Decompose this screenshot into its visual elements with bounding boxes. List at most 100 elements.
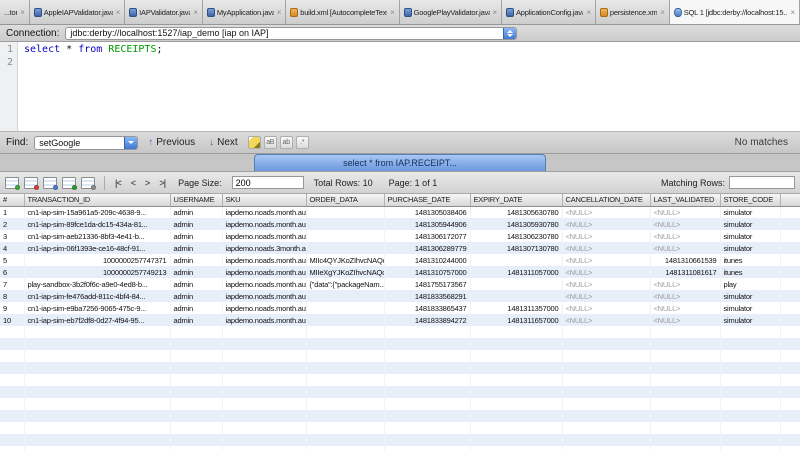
tab-close-icon[interactable]: × (660, 8, 664, 17)
cell[interactable] (306, 242, 384, 254)
cell[interactable]: 4 (0, 242, 24, 254)
result-tab[interactable]: select * from IAP.RECEIPT... (254, 154, 546, 171)
cell[interactable]: cn1-iap-sim-89fce1da-dc15-434a-81... (24, 218, 170, 230)
cell[interactable]: 1481306230780 (470, 230, 562, 242)
match-case-icon[interactable]: aB (264, 136, 277, 149)
tab-close-icon[interactable]: × (193, 8, 197, 17)
cell[interactable] (470, 278, 562, 290)
delete-records-icon[interactable] (24, 177, 38, 189)
cell[interactable]: <NULL> (562, 218, 650, 230)
cell[interactable]: 1481310661539 (650, 254, 720, 266)
cell[interactable]: simulator (720, 230, 780, 242)
cell[interactable]: admin (170, 218, 222, 230)
cell[interactable] (780, 290, 800, 302)
matching-rows-input[interactable] (729, 176, 795, 189)
cell[interactable]: <NULL> (562, 314, 650, 326)
editor-tab[interactable]: AppleIAPValidator.java× (30, 0, 125, 24)
cell[interactable]: itunes (720, 266, 780, 278)
cell[interactable]: 5 (0, 254, 24, 266)
cell[interactable]: 10 (0, 314, 24, 326)
cell[interactable]: admin (170, 266, 222, 278)
table-row[interactable]: 8cn1-iap-sim-fe476add-811c-4bf4-84...adm… (0, 290, 800, 302)
find-input[interactable]: setGoogle (34, 136, 138, 150)
cell[interactable]: 1000000257747371 (24, 254, 170, 266)
commit-icon[interactable] (62, 177, 76, 189)
tab-close-icon[interactable]: × (790, 8, 794, 17)
cell[interactable]: iapdemo.noads.month.auto (222, 266, 306, 278)
cell[interactable]: play (720, 278, 780, 290)
cell[interactable]: 1481307130780 (470, 242, 562, 254)
cell[interactable]: <NULL> (562, 254, 650, 266)
cell[interactable]: itunes (720, 254, 780, 266)
cell[interactable]: 1481305930780 (470, 218, 562, 230)
cell[interactable]: 1481833894272 (384, 314, 470, 326)
tab-close-icon[interactable]: × (493, 8, 497, 17)
cell[interactable] (306, 230, 384, 242)
cell[interactable] (780, 206, 800, 218)
cell[interactable] (306, 290, 384, 302)
cell[interactable]: admin (170, 254, 222, 266)
cell[interactable]: cn1-iap-sim-eb7f2df8-0d27-4f94-95... (24, 314, 170, 326)
table-row[interactable]: 4cn1-iap-sim-06f1393e-ce16-48cf-91...adm… (0, 242, 800, 254)
editor-tab[interactable]: ApplicationConfig.java× (502, 0, 596, 24)
tab-close-icon[interactable]: × (390, 8, 394, 17)
cell[interactable]: 1481310757000 (384, 266, 470, 278)
refresh-icon[interactable] (81, 177, 95, 189)
cell[interactable] (306, 302, 384, 314)
cell[interactable]: <NULL> (562, 206, 650, 218)
cell[interactable]: 6 (0, 266, 24, 278)
cell[interactable]: cn1-iap-sim-aeb21336-8bf3-4e41-b... (24, 230, 170, 242)
cell[interactable]: 1481755173567 (384, 278, 470, 290)
editor-tab[interactable]: SQL 1 [jdbc:derby://localhost:15...]× (670, 0, 800, 24)
table-row[interactable]: 61000000257749213adminiapdemo.noads.mont… (0, 266, 800, 278)
last-page-button[interactable]: >| (156, 178, 168, 188)
column-header[interactable]: SKU (222, 194, 306, 206)
highlight-results-icon[interactable] (248, 136, 261, 149)
cell[interactable]: <NULL> (562, 266, 650, 278)
table-row[interactable]: 1cn1-iap-sim-15a961a5-209c-4638-9...admi… (0, 206, 800, 218)
cell[interactable]: 1481306172077 (384, 230, 470, 242)
cell[interactable]: 1481305630780 (470, 206, 562, 218)
cell[interactable] (780, 314, 800, 326)
cell[interactable]: 1481311357000 (470, 302, 562, 314)
cell[interactable]: 1481305038406 (384, 206, 470, 218)
cell[interactable]: play-sandbox-3b2f0f6c-a9e0-4ed8-b... (24, 278, 170, 290)
cell[interactable] (780, 242, 800, 254)
cell[interactable] (306, 218, 384, 230)
cell[interactable]: iapdemo.noads.month.auto (222, 218, 306, 230)
cell[interactable] (780, 218, 800, 230)
cell[interactable]: simulator (720, 206, 780, 218)
cell[interactable]: <NULL> (650, 230, 720, 242)
find-dropdown-icon[interactable] (124, 137, 137, 149)
cell[interactable] (780, 278, 800, 290)
cell[interactable]: <NULL> (650, 302, 720, 314)
editor-tab[interactable]: MyApplication.java× (203, 0, 286, 24)
sql-code-area[interactable]: select * from RECEIPTS; (18, 42, 163, 131)
cell[interactable]: MIIeXgYJKoZIhvcNAQc... (306, 266, 384, 278)
cell[interactable] (470, 290, 562, 302)
cell[interactable]: 2 (0, 218, 24, 230)
editor-tab[interactable]: build.xml [AutocompleteText]× (286, 0, 399, 24)
regex-icon[interactable]: .* (296, 136, 309, 149)
editor-tab[interactable]: GooglePlayValidator.java× (400, 0, 502, 24)
tab-close-icon[interactable]: × (586, 8, 590, 17)
cell[interactable]: iapdemo.noads.3month.auto (222, 242, 306, 254)
cell[interactable] (780, 230, 800, 242)
cell[interactable]: admin (170, 314, 222, 326)
cell[interactable]: <NULL> (562, 290, 650, 302)
column-header[interactable]: CANCELLATION_DATE (562, 194, 650, 206)
table-row[interactable]: 7play-sandbox-3b2f0f6c-a9e0-4ed8-b...adm… (0, 278, 800, 290)
sql-editor[interactable]: 1 2 select * from RECEIPTS; (0, 42, 800, 132)
cell[interactable]: cn1-iap-sim-15a961a5-209c-4638-9... (24, 206, 170, 218)
cell[interactable]: 1481305944906 (384, 218, 470, 230)
cell[interactable]: iapdemo.noads.month.auto (222, 206, 306, 218)
cell[interactable]: <NULL> (562, 278, 650, 290)
column-header[interactable]: STORE_CODE (720, 194, 780, 206)
cell[interactable]: MIIc4QYJKoZIhvcNAQc... (306, 254, 384, 266)
cell[interactable]: 7 (0, 278, 24, 290)
cell[interactable]: <NULL> (650, 278, 720, 290)
editor-tab[interactable]: ...tor× (0, 0, 30, 24)
cell[interactable]: simulator (720, 314, 780, 326)
cell[interactable]: iapdemo.noads.month.auto (222, 278, 306, 290)
cell[interactable]: cn1-iap-sim-fe476add-811c-4bf4-84... (24, 290, 170, 302)
